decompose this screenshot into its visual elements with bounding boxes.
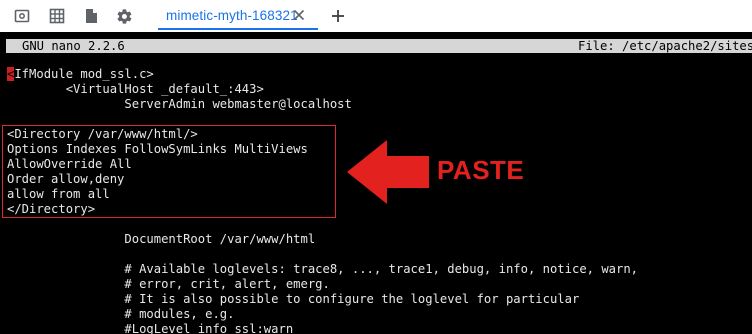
active-tab-indicator [158,28,318,30]
paste-highlight-box [2,125,336,218]
editor-line: # Available loglevels: trace8, ..., trac… [7,262,639,276]
left-arrow-icon [347,140,429,204]
document-icon[interactable] [82,7,100,25]
close-icon[interactable] [290,6,308,24]
tab-title: mimetic-myth-168321 [166,8,298,23]
editor-line: <VirtualHost _default_:443> [7,82,264,96]
editor-line: DocumentRoot /var/www/html [7,232,316,246]
grid-icon[interactable] [48,7,66,25]
plus-icon[interactable] [329,7,347,25]
nano-title-bar: GNU nano 2.2.6 File: /etc/apache2/sites-… [6,39,752,53]
tab-active[interactable]: mimetic-myth-168321 [158,0,318,32]
paste-callout: PASTE [437,155,525,185]
editor-line: # It is also possible to configure the l… [7,292,580,306]
line-text: IfModule mod_ssl.c> [14,67,154,81]
editor-line: ServerAdmin webmaster@localhost [7,97,352,111]
nano-version: GNU nano 2.2.6 [22,39,125,53]
nano-file-path: File: /etc/apache2/sites-available/defau… [578,39,752,53]
editor-line: #LogLevel info ssl:warn [7,322,294,334]
editor-line: # error, crit, alert, emerg. [7,277,330,291]
editor-line: # modules, e.g. [7,307,235,321]
editor-line: <IfModule mod_ssl.c> [7,67,154,82]
window-icon[interactable] [13,7,31,25]
browser-tab-strip: mimetic-myth-168321 [0,0,752,32]
terminal[interactable]: GNU nano 2.2.6 File: /etc/apache2/sites-… [0,32,752,334]
gear-icon[interactable] [115,7,133,25]
